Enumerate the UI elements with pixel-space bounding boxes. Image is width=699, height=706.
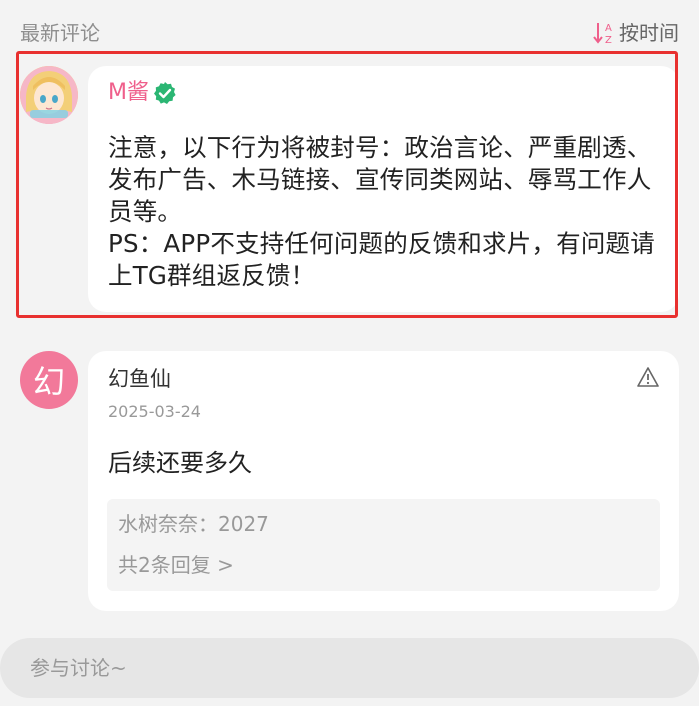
warning-report-icon[interactable] (637, 366, 659, 388)
comment-card: 幻鱼仙 2025-03-24 后续还要多久 水树奈奈：2027 共2条回复 > (88, 351, 679, 611)
sort-by-time-button[interactable]: A Z 按时间 (593, 20, 679, 46)
highlight-frame (16, 51, 678, 318)
svg-text:Z: Z (605, 35, 612, 46)
discussion-input[interactable] (0, 638, 699, 698)
view-replies-link[interactable]: 共2条回复 > (118, 552, 234, 578)
reply-preview-box[interactable]: 水树奈奈：2027 共2条回复 > (107, 499, 660, 591)
sort-az-icon: A Z (593, 23, 612, 46)
section-title: 最新评论 (20, 21, 100, 45)
reply-preview: 水树奈奈：2027 (118, 512, 269, 536)
author-name[interactable]: 幻鱼仙 (108, 365, 171, 393)
svg-text:A: A (605, 23, 612, 34)
comment-text: 后续还要多久 (108, 449, 252, 477)
avatar[interactable]: 幻 (20, 351, 78, 409)
sort-label: 按时间 (619, 21, 679, 45)
comment-date: 2025-03-24 (108, 402, 201, 421)
comments-page: 最新评论 A Z 按时间 M酱 注意，以下行为将被封号：政治言论、严重剧透、发布… (0, 0, 699, 706)
avatar-letter: 幻 (32, 363, 65, 401)
